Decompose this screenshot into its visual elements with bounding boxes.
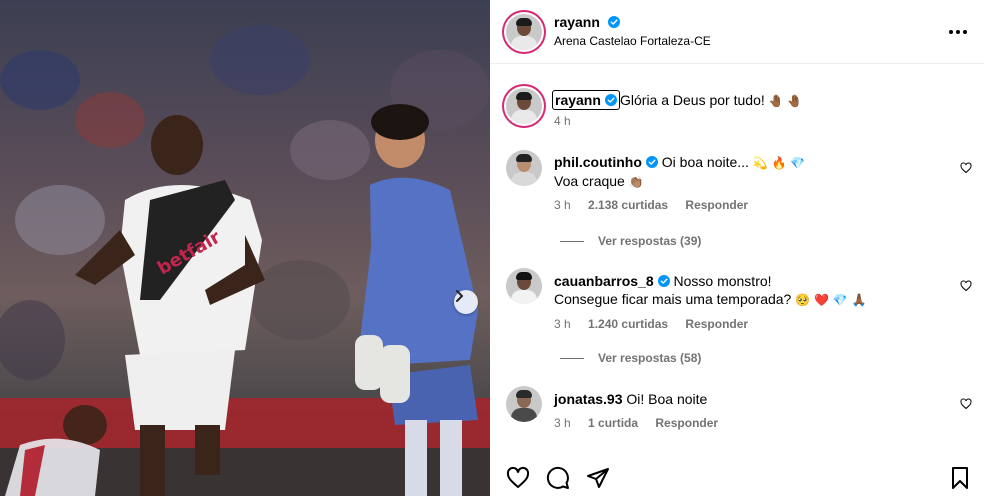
verified-badge-icon: [608, 16, 621, 28]
comment-row: jonatas.93 Oi! Boa noite: [554, 390, 707, 408]
comment-meta: 3 h 1.240 curtidas Responder: [554, 317, 762, 331]
comment-text: Oi! Boa noite: [626, 391, 708, 407]
verified-badge-icon: [604, 94, 617, 106]
caption-username[interactable]: rayann: [555, 92, 601, 108]
comment-avatar[interactable]: [506, 268, 542, 304]
heart-icon[interactable]: [506, 466, 530, 490]
bookmark-icon[interactable]: [948, 466, 972, 490]
view-replies-label: Ver respostas (39): [598, 234, 702, 248]
comment-row: phil.coutinho Oi boa noite... 💫 🔥 💎 Voa …: [554, 153, 944, 191]
comment-text-line2: Consegue ficar mais uma temporada?: [554, 291, 792, 307]
reply-button[interactable]: Responder: [685, 198, 748, 212]
comment-row: cauanbarros_8 Nosso monstro! Consegue fi…: [554, 272, 944, 309]
caption-time: 4 h: [554, 114, 571, 128]
comment-username[interactable]: jonatas.93: [554, 391, 622, 407]
caption-avatar[interactable]: [506, 88, 542, 124]
reply-button[interactable]: Responder: [685, 317, 748, 331]
comment-emojis-line2: 🥺 ❤️ 💎 🙏🏾: [795, 293, 867, 307]
comment-meta: 3 h 1 curtida Responder: [554, 416, 732, 430]
post-header: rayann Arena Castelao Fortaleza-CE: [490, 0, 984, 64]
comment-time: 3 h: [554, 416, 571, 430]
author-username[interactable]: rayann: [554, 14, 600, 30]
author-avatar[interactable]: [506, 14, 542, 50]
heart-icon[interactable]: [960, 162, 972, 174]
post-side-panel: rayann Arena Castelao Fortaleza-CE rayan…: [490, 0, 984, 496]
chevron-right-icon: [456, 290, 463, 302]
caption-text: Glória a Deus por tudo!: [620, 92, 765, 108]
comment-emojis: 💫 🔥 💎: [752, 156, 806, 170]
comment-username[interactable]: phil.coutinho: [554, 154, 642, 170]
comment-text: Oi boa noite...: [661, 154, 749, 170]
comment-text-line2: Voa craque: [554, 173, 625, 189]
comment-time: 3 h: [554, 198, 571, 212]
divider-line: [560, 241, 584, 243]
comment-icon[interactable]: [546, 466, 570, 490]
view-replies-button[interactable]: Ver respostas (39): [560, 234, 701, 248]
verified-badge-icon: [645, 156, 658, 168]
caption-text-row: Glória a Deus por tudo! 🤚🏾 🤚🏾: [620, 91, 802, 110]
view-replies-button[interactable]: Ver respostas (58): [560, 351, 701, 365]
comment-emojis-line2: 👏🏽: [628, 175, 644, 189]
comment-likes[interactable]: 1.240 curtidas: [588, 317, 668, 331]
post-photo: betfair: [0, 0, 490, 496]
comment-avatar[interactable]: [506, 386, 542, 422]
divider-line: [560, 358, 584, 360]
comment-likes[interactable]: 2.138 curtidas: [588, 198, 668, 212]
heart-icon[interactable]: [960, 398, 972, 410]
more-options-icon[interactable]: [946, 22, 970, 42]
reply-button[interactable]: Responder: [655, 416, 718, 430]
comment-avatar[interactable]: [506, 150, 542, 186]
verified-badge-icon: [657, 275, 670, 287]
share-icon[interactable]: [586, 466, 610, 490]
next-photo-button[interactable]: [454, 290, 478, 314]
comment-likes[interactable]: 1 curtida: [588, 416, 638, 430]
photo-scene: betfair: [0, 25, 490, 496]
post-location[interactable]: Arena Castelao Fortaleza-CE: [554, 34, 711, 48]
caption-username-focus[interactable]: rayann: [552, 90, 620, 110]
caption-emojis: 🤚🏾 🤚🏾: [768, 94, 803, 108]
comment-meta: 3 h 2.138 curtidas Responder: [554, 198, 762, 212]
comment-text: Nosso monstro!: [673, 273, 772, 289]
heart-icon[interactable]: [960, 280, 972, 292]
comment-time: 3 h: [554, 317, 571, 331]
comment-username[interactable]: cauanbarros_8: [554, 273, 654, 289]
view-replies-label: Ver respostas (58): [598, 351, 702, 365]
action-bar: [490, 458, 984, 496]
